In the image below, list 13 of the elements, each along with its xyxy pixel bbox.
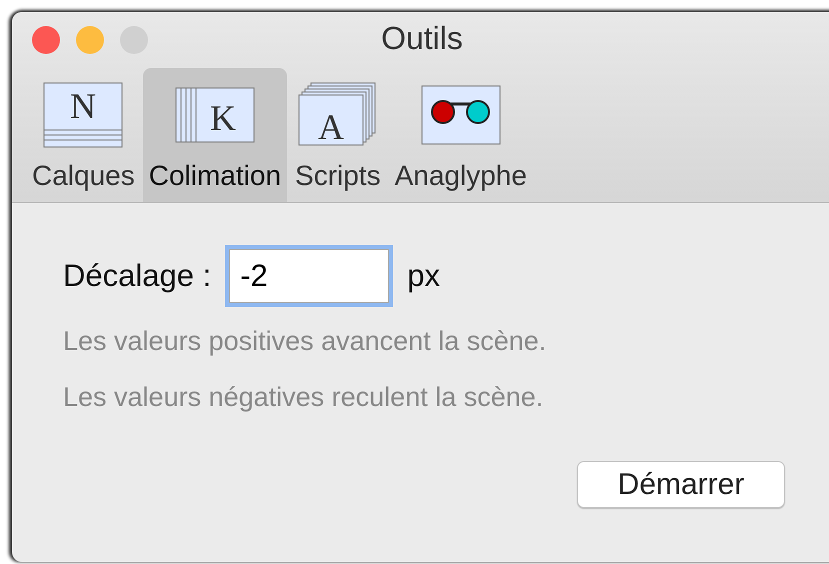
layers-icon: N: [43, 82, 124, 148]
hint-text: Les valeurs positives avancent la scène.: [63, 325, 548, 357]
unit-label: px: [407, 258, 440, 294]
toolbar-tab[interactable]: A Scripts: [289, 68, 387, 202]
offset-label: Décalage :: [63, 258, 212, 294]
toolbar-tab[interactable]: N Calques: [26, 68, 141, 202]
close-button[interactable]: [32, 26, 60, 54]
hint-text: Les valeurs négatives reculent la scène.: [63, 381, 544, 413]
toolbar-tab[interactable]: K Colimation: [142, 68, 288, 202]
minimize-button[interactable]: [76, 26, 104, 54]
toolbar-tab[interactable]: Anaglyphe: [388, 68, 533, 202]
window-title: Outils: [381, 20, 463, 57]
start-button[interactable]: Démarrer: [577, 461, 785, 508]
